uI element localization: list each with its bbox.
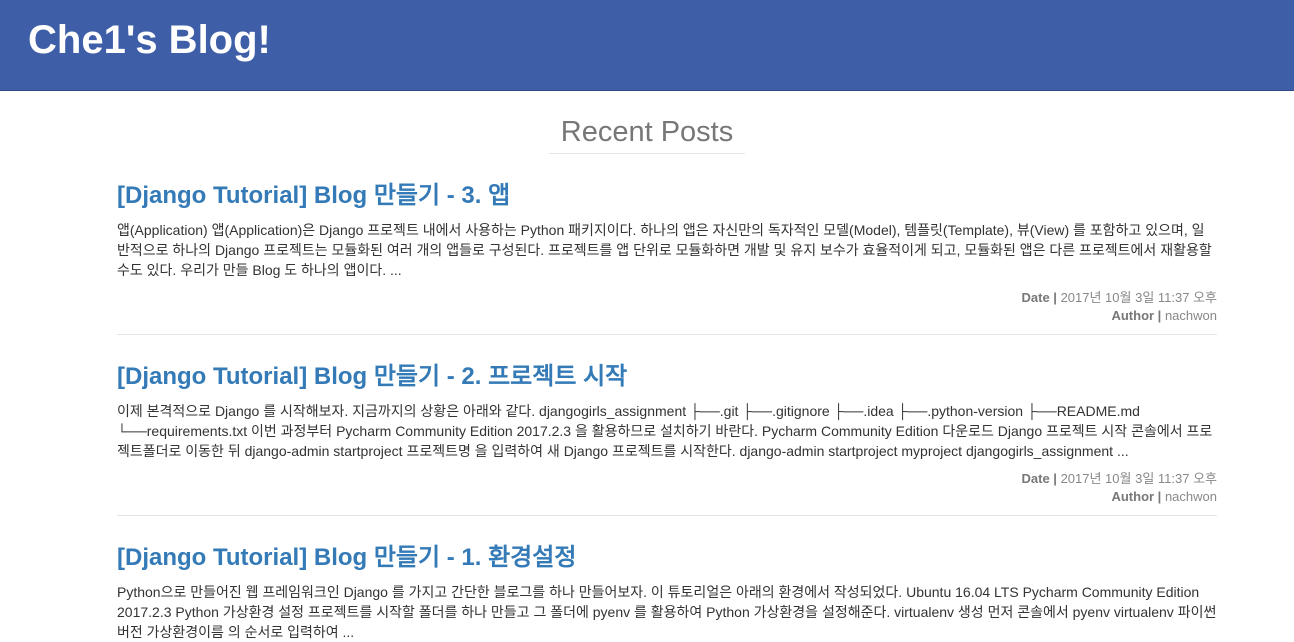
date-label: Date |: [1021, 290, 1057, 305]
author-label: Author |: [1111, 489, 1162, 504]
site-title-link[interactable]: Che1's Blog!: [28, 0, 271, 61]
post-title-link[interactable]: [Django Tutorial] Blog 만들기 - 2. 프로젝트 시작: [117, 362, 1217, 392]
post-excerpt: 이제 본격적으로 Django 를 시작해보자. 지금까지의 상황은 아래와 같…: [117, 403, 1213, 459]
site-header: Che1's Blog!: [0, 0, 1294, 91]
post-title-link[interactable]: [Django Tutorial] Blog 만들기 - 1. 환경설정: [117, 543, 1217, 573]
post-meta: Date | 2017년 10월 3일 11:37 오후 Author | na…: [117, 470, 1218, 506]
post-date: Date | 2017년 10월 3일 11:37 오후: [117, 470, 1218, 488]
date-value: 2017년 10월 3일 11:37 오후: [1060, 290, 1217, 305]
post-title-link[interactable]: [Django Tutorial] Blog 만들기 - 3. 앱: [117, 181, 1217, 211]
post-item: [Django Tutorial] Blog 만들기 - 3. 앱 앱(Appl…: [117, 154, 1217, 325]
post-excerpt: Python으로 만들어진 웹 프레임워크인 Django 를 가지고 간단한 …: [117, 584, 1217, 640]
post-meta: Date | 2017년 10월 3일 11:37 오후 Author | na…: [117, 289, 1218, 325]
post-item: [Django Tutorial] Blog 만들기 - 1. 환경설정 Pyt…: [117, 515, 1217, 642]
author-value: nachwon: [1164, 308, 1217, 323]
date-value: 2017년 10월 3일 11:37 오후: [1060, 471, 1217, 486]
date-label: Date |: [1021, 471, 1057, 486]
section-heading: Recent Posts: [548, 115, 746, 154]
post-item: [Django Tutorial] Blog 만들기 - 2. 프로젝트 시작 …: [117, 334, 1217, 506]
section-heading-wrap: Recent Posts: [0, 115, 1294, 154]
post-author: Author | nachwon: [117, 307, 1217, 325]
author-value: nachwon: [1164, 489, 1217, 504]
post-excerpt: 앱(Application) 앱(Application)은 Django 프로…: [117, 222, 1212, 278]
post-list: [Django Tutorial] Blog 만들기 - 3. 앱 앱(Appl…: [117, 154, 1217, 642]
post-date: Date | 2017년 10월 3일 11:37 오후: [117, 289, 1218, 307]
post-author: Author | nachwon: [117, 488, 1217, 506]
author-label: Author |: [1111, 308, 1162, 323]
